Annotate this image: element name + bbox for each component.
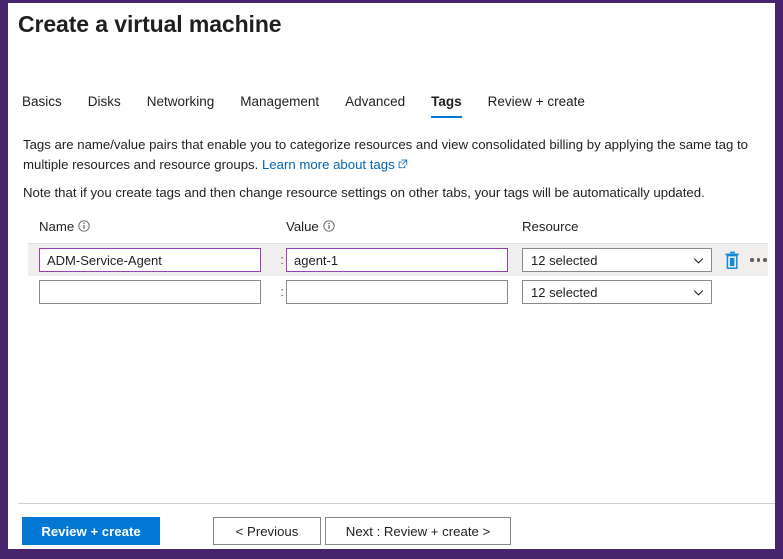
previous-button[interactable]: < Previous — [213, 517, 321, 545]
intro-paragraph: Tags are name/value pairs that enable yo… — [23, 135, 758, 175]
tab-disks[interactable]: Disks — [88, 93, 121, 118]
tab-basics[interactable]: Basics — [22, 93, 62, 118]
column-header-name-label: Name — [39, 219, 75, 234]
resource-dropdown-label-1: 12 selected — [531, 284, 598, 300]
table-row: : 12 selected — [28, 244, 768, 276]
chevron-down-icon — [692, 286, 705, 299]
note-paragraph: Note that if you create tags and then ch… — [23, 185, 705, 200]
tab-management[interactable]: Management — [240, 93, 319, 118]
info-icon[interactable] — [78, 220, 90, 232]
column-header-value-label: Value — [286, 219, 319, 234]
tab-review-create[interactable]: Review + create — [488, 93, 585, 118]
resource-dropdown-1[interactable]: 12 selected — [522, 280, 712, 304]
column-header-name: Name — [39, 219, 90, 234]
tag-value-input-1[interactable] — [286, 280, 508, 304]
tag-value-cell — [286, 248, 508, 272]
tag-resource-cell: 12 selected — [522, 280, 712, 304]
resource-dropdown-0[interactable]: 12 selected — [522, 248, 712, 272]
ellipsis-icon[interactable] — [749, 256, 768, 264]
learn-more-about-tags-link[interactable]: Learn more about tags — [262, 157, 408, 172]
external-link-icon — [398, 155, 408, 169]
chevron-down-icon — [692, 254, 705, 267]
tab-networking[interactable]: Networking — [147, 93, 215, 118]
tab-bar: Basics Disks Networking Management Advan… — [22, 93, 585, 121]
tag-value-input-0[interactable] — [286, 248, 508, 272]
tab-tags[interactable]: Tags — [431, 93, 462, 118]
tag-value-cell — [286, 280, 508, 304]
column-header-resource: Resource — [522, 219, 579, 234]
info-icon[interactable] — [323, 220, 335, 232]
blade-window: Create a virtual machine Basics Disks Ne… — [0, 0, 783, 559]
blade-body: Create a virtual machine Basics Disks Ne… — [8, 3, 775, 549]
learn-more-label: Learn more about tags — [261, 157, 395, 172]
column-header-value: Value — [286, 219, 335, 234]
table-row: : 12 selected — [28, 276, 768, 308]
tag-name-input-0[interactable] — [39, 248, 261, 272]
tag-name-cell — [39, 248, 261, 272]
tag-name-input-1[interactable] — [39, 280, 261, 304]
tag-row-actions — [724, 248, 768, 272]
trash-icon[interactable] — [724, 251, 741, 270]
resource-dropdown-label-0: 12 selected — [531, 252, 598, 268]
tab-advanced[interactable]: Advanced — [345, 93, 405, 118]
tag-resource-cell: 12 selected — [522, 248, 712, 272]
tag-name-cell — [39, 280, 261, 304]
review-create-button[interactable]: Review + create — [22, 517, 160, 545]
tags-table: Name Value Resource : 12 selected — [28, 219, 768, 308]
table-header-row: Name Value Resource — [28, 219, 768, 244]
footer-bar: Review + create < Previous Next : Review… — [8, 514, 775, 548]
footer-divider — [18, 503, 775, 504]
next-review-create-button[interactable]: Next : Review + create > — [325, 517, 511, 545]
page-title: Create a virtual machine — [18, 11, 282, 37]
